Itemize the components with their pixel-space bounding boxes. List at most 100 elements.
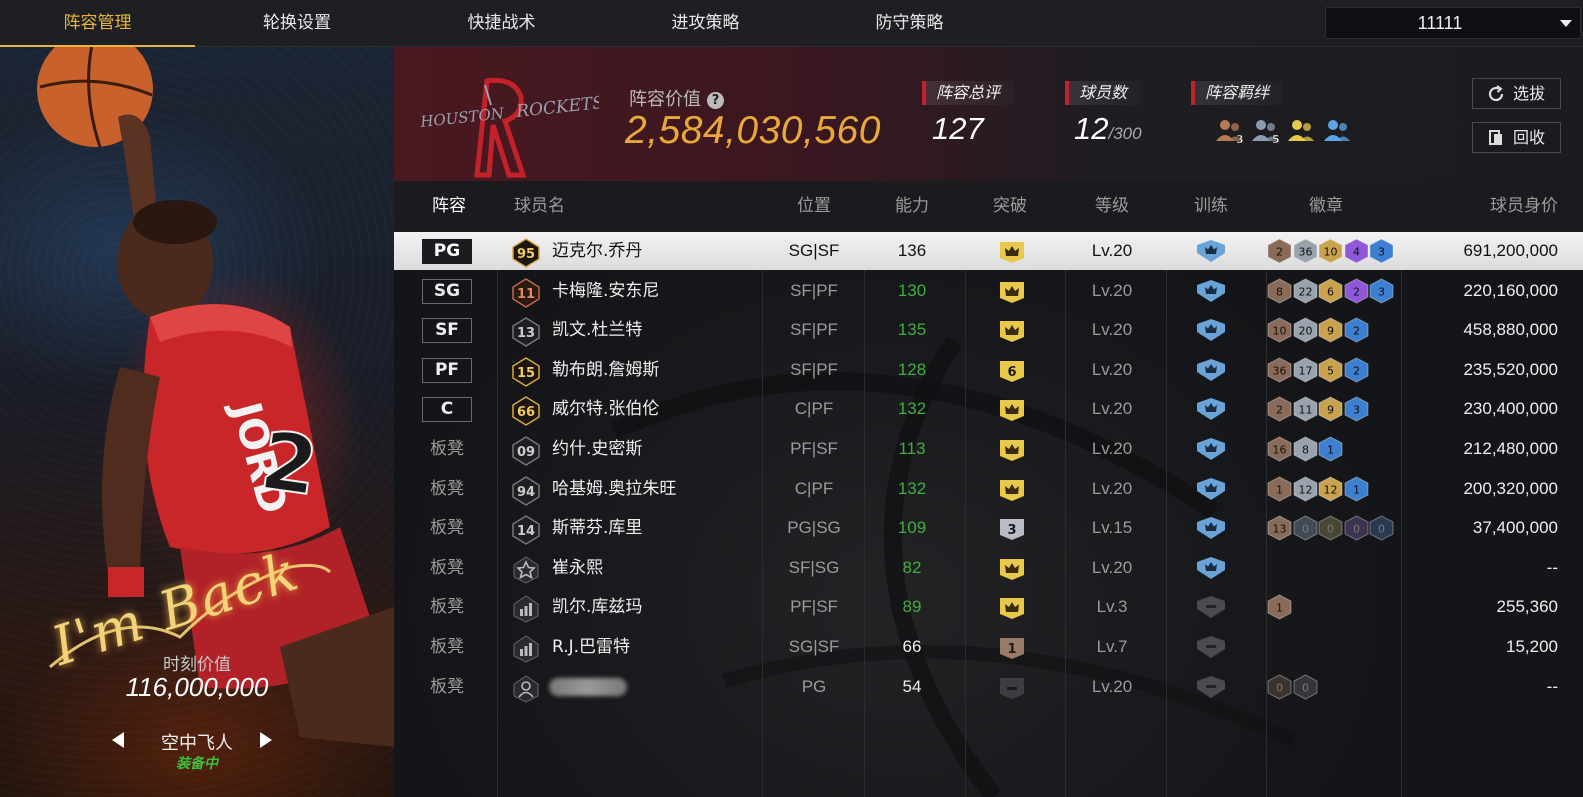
team-select[interactable]: 11111 [1325,7,1581,39]
svg-text:0: 0 [1353,523,1360,536]
player-ability: 135 [897,320,927,340]
badge-hexagon: 12 [1293,476,1318,506]
col-breakthrough: 突破 [993,196,1027,216]
bond-icon[interactable] [1322,117,1352,145]
bond-icon[interactable]: 5 [1250,117,1280,145]
training-graphic [1197,279,1225,302]
badge-hex-graphic: 3 [1344,396,1368,422]
training-locked-icon [1195,595,1227,619]
badge-hexagon: 2 [1344,317,1369,347]
star-icon [512,555,540,584]
breakthrough-graphic [1000,400,1024,422]
player-ability: 136 [897,241,927,260]
table-row[interactable]: SF 13 凯文.杜兰特 SF|PF 135 Lv.20 10 20 9 2 458,880,000 [394,311,1583,349]
player-name: 凯文.杜兰特 [552,320,643,341]
svg-text:3: 3 [1378,285,1385,298]
tab-offense[interactable]: 进攻策略 [604,0,807,47]
badge-hexagon: 2 [1267,396,1292,426]
bond-icon[interactable] [1286,117,1316,145]
player-ability: 82 [902,557,922,577]
tab-rotation[interactable]: 轮换设置 [197,0,397,47]
table-row[interactable]: 板凳 PG 54 Lv.20 0 0 -- [394,668,1583,706]
bond-label: 阵容羁绊 [1191,81,1284,105]
svg-text:3: 3 [1378,246,1385,259]
help-icon[interactable]: ? [707,92,724,109]
crown-icon [998,557,1026,581]
badge-graphic: 13 [512,317,540,348]
breakthrough-graphic [1000,558,1024,580]
player-position: PG [801,676,827,696]
training-icon [1195,437,1227,461]
svg-text:13: 13 [1273,523,1287,536]
crown-icon [998,398,1026,422]
player-value: 212,480,000 [1463,439,1558,458]
training-locked-icon [1195,675,1227,699]
badge-hexagon: 5 [1318,357,1343,387]
badge-hexagon: 20 [1293,317,1318,347]
badge-hexagon: 10 [1318,238,1343,268]
moment-value: 116,000,000 [125,672,269,702]
svg-text:8: 8 [1276,285,1283,298]
badge-hexagon: 8 [1267,278,1292,308]
player-position: C|PF [794,399,834,419]
svg-text:0: 0 [1276,681,1283,694]
player-level: Lv.7 [1096,637,1128,656]
player-value: 37,400,000 [1472,518,1558,538]
training-locked-icon [1195,635,1227,659]
training-graphic [1197,556,1225,579]
badge-graphic: 11 [512,277,540,308]
table-row[interactable]: 板凳 崔永熙 SF|SG 82 Lv.20 -- [394,549,1583,587]
badge-graphic: 15 [512,356,540,387]
team-header: HOUSTON ROCKETS 阵容价值? 2,584,030,560 阵容总评… [394,47,1583,181]
equipped-status: 装备中 [176,756,218,772]
player-name: 凯尔.库兹玛 [552,597,643,618]
table-row[interactable]: 板凳 09 约什.史密斯 PF|SF 113 Lv.20 16 8 1 212,480,000 [394,430,1583,468]
svg-text:3: 3 [1007,523,1016,538]
badge-hexagon: 0 [1318,515,1343,545]
svg-text:8: 8 [1302,444,1309,457]
svg-text:10: 10 [1324,246,1338,259]
training-graphic [1197,438,1225,460]
table-row[interactable]: C 66 威尔特.张伯伦 C|PF 132 Lv.20 2 11 9 3 230,400,000 [394,390,1583,428]
svg-text:1: 1 [1327,444,1334,457]
badge-hex-graphic: 1 [1318,436,1343,462]
breakthrough-graphic [1000,321,1024,343]
tab-quick-tactics[interactable]: 快捷战术 [400,0,603,47]
badge-hex-graphic: 16 [1267,436,1292,462]
svg-text:1: 1 [1007,642,1016,657]
svg-text:0: 0 [1302,681,1309,694]
tab-lineup[interactable]: 阵容管理 [0,0,195,47]
player-level: Lv.20 [1091,359,1133,379]
next-skin-arrow-icon[interactable] [260,732,272,748]
badge-hexagon: 4 [1344,238,1369,268]
draft-button[interactable]: 选拔 [1472,78,1561,109]
training-icon [1195,358,1227,382]
table-row[interactable]: PF 15 勒布朗.詹姆斯 SF|PF 128 6 Lv.20 36 17 5 2 235,520,0… [394,351,1583,389]
badge-hexagon: 3 [1369,238,1394,268]
table-row[interactable]: SG 11 卡梅隆.安东尼 SF|PF 130 Lv.20 8 22 6 2 3 220,160,00… [394,272,1583,310]
player-level: Lv.15 [1091,518,1133,538]
col-value: 球员身价 [1490,196,1558,216]
player-position: PG|SG [787,518,841,538]
table-row[interactable]: 板凳 94 哈基姆.奥拉朱旺 C|PF 132 Lv.20 1 12 12 1 200,320,00… [394,470,1583,508]
bench-slot: 板凳 [430,518,464,539]
recycle-button[interactable]: 回收 [1472,122,1561,153]
training-icon [1195,477,1227,501]
svg-text:09: 09 [517,445,535,460]
svg-text:0: 0 [1327,523,1334,536]
training-graphic [1197,398,1225,421]
breakthrough-graphic [1000,242,1024,263]
table-row[interactable]: 板凳 凯尔.库兹玛 PF|SF 89 Lv.3 1 255,360 [394,588,1583,626]
badge-hex-graphic: 36 [1267,357,1292,383]
bond-icon[interactable]: 3 [1214,117,1244,145]
svg-text:22: 22 [1298,285,1312,298]
table-row[interactable]: PG 95 迈克尔.乔丹 SG|SF 136 Lv.20 2 36 10 4 3 691,200,00… [394,232,1583,270]
training-icon [1195,279,1227,303]
player-position: PF|SF [790,597,838,617]
table-row[interactable]: 板凳 R.J.巴雷特 SG|SF 66 1 Lv.7 15,200 [394,628,1583,666]
table-row[interactable]: 板凳 14 斯蒂芬.库里 PG|SG 109 3 Lv.15 13 0 0 0 0 37,400,000 [394,509,1583,547]
player-position: SF|PF [790,280,838,300]
breakthrough-graphic: 3 [1000,519,1024,541]
player-name: 迈克尔.乔丹 [552,241,643,261]
tab-defense[interactable]: 防守策略 [808,0,1011,47]
